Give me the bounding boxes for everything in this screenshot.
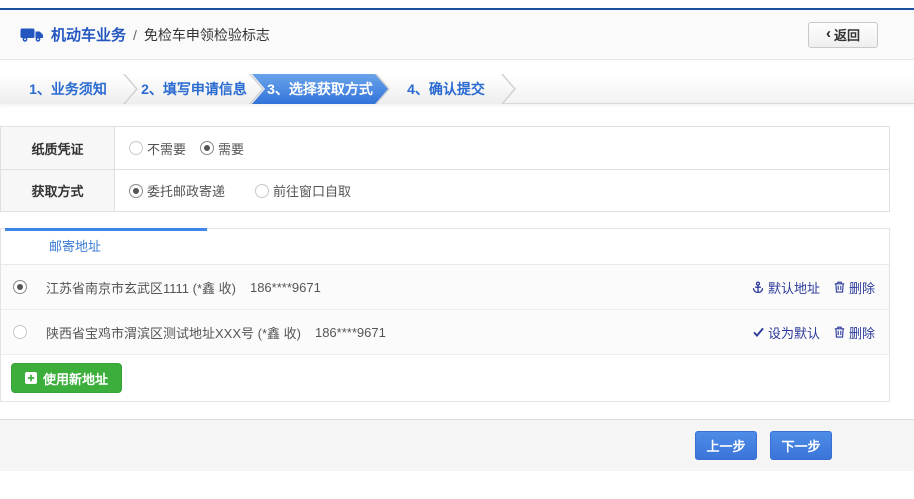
breadcrumb: 机动车业务 / 免检车申领检验标志 [20, 24, 808, 45]
address-radio-1[interactable] [13, 280, 27, 294]
radio-option-no-need[interactable]: 不需要 [129, 139, 186, 158]
address-row-1: 江苏省南京市玄武区1111 (*鑫 收) 186****9671 默认地址 [1, 265, 889, 310]
trash-icon [834, 326, 845, 338]
breadcrumb-separator: / [133, 27, 137, 43]
use-new-address-label: 使用新地址 [43, 369, 108, 388]
form-row-paper-voucher: 纸质凭证 不需要 需要 [1, 127, 889, 169]
back-button[interactable]: ‹ 返回 [808, 22, 878, 48]
address-tabbar: 邮寄地址 [1, 229, 889, 265]
radio-option-postal-delivery[interactable]: 委托邮政寄递 [129, 181, 225, 200]
radio-checked-icon[interactable] [13, 280, 27, 294]
set-default-link[interactable]: 设为默认 [753, 323, 820, 342]
trash-icon [834, 281, 845, 293]
delete-address-link[interactable]: 删除 [834, 323, 875, 342]
delete-address-label: 删除 [849, 323, 875, 342]
form-label: 纸质凭证 [1, 127, 115, 169]
step-tab-1-label: 1、业务须知 [29, 79, 107, 99]
use-new-address-button[interactable]: 使用新地址 [11, 363, 122, 393]
step-tabbar: 1、业务须知 2、填写申请信息 3、选择获取方式 4、确认提交 [0, 74, 914, 104]
address-text: 江苏省南京市玄武区1111 (*鑫 收) [46, 278, 236, 297]
radio-option-window-pickup[interactable]: 前往窗口自取 [255, 181, 351, 200]
default-address-label: 默认地址 [768, 278, 820, 297]
default-address-link[interactable]: 默认地址 [752, 278, 820, 297]
step-tab-3-active[interactable]: 3、选择获取方式 [252, 74, 388, 104]
truck-icon [20, 27, 44, 42]
radio-checked-icon[interactable] [200, 141, 214, 155]
options-form: 纸质凭证 不需要 需要 获取方式 委托邮政寄递 前往窗口自取 [0, 126, 890, 212]
form-label: 获取方式 [1, 170, 115, 211]
step-tab-4-label: 4、确认提交 [407, 79, 485, 99]
radio-label: 不需要 [147, 139, 186, 158]
radio-icon[interactable] [255, 184, 269, 198]
delete-address-label: 删除 [849, 278, 875, 297]
address-radio-2[interactable] [13, 325, 27, 339]
mailing-address-panel: 邮寄地址 江苏省南京市玄武区1111 (*鑫 收) 186****9671 默认… [0, 228, 890, 402]
radio-option-need[interactable]: 需要 [200, 139, 244, 158]
new-address-row: 使用新地址 [1, 355, 889, 401]
step-tab-3-label: 3、选择获取方式 [267, 79, 373, 99]
set-default-label: 设为默认 [768, 323, 820, 342]
radio-icon[interactable] [129, 141, 143, 155]
address-phone: 186****9671 [250, 280, 321, 295]
chevron-left-icon: ‹ [826, 26, 831, 41]
form-row-obtain-method: 获取方式 委托邮政寄递 前往窗口自取 [1, 169, 889, 211]
plus-icon [25, 372, 37, 384]
page-subtitle: 免检车申领检验标志 [144, 25, 270, 45]
step-tab-2-label: 2、填写申请信息 [141, 79, 247, 99]
footer-bar: 上一步 下一步 [0, 419, 914, 471]
anchor-icon [752, 281, 764, 294]
tab-mailing-address[interactable]: 邮寄地址 [49, 229, 101, 265]
step-tab-2[interactable]: 2、填写申请信息 [126, 74, 262, 104]
step-tab-4[interactable]: 4、确认提交 [378, 74, 514, 104]
page-header: 机动车业务 / 免检车申领检验标志 ‹ 返回 [0, 10, 914, 60]
address-row-2: 陕西省宝鸡市渭滨区测试地址XXX号 (*鑫 收) 186****9671 设为默… [1, 310, 889, 355]
address-phone: 186****9671 [315, 325, 386, 340]
radio-label: 委托邮政寄递 [147, 181, 225, 200]
radio-label: 需要 [218, 139, 244, 158]
radio-icon[interactable] [13, 325, 27, 339]
delete-address-link[interactable]: 删除 [834, 278, 875, 297]
back-button-label: 返回 [834, 25, 860, 44]
next-step-button[interactable]: 下一步 [770, 431, 832, 460]
radio-label: 前往窗口自取 [273, 181, 351, 200]
address-text: 陕西省宝鸡市渭滨区测试地址XXX号 (*鑫 收) [46, 323, 301, 342]
check-icon [753, 327, 764, 337]
step-tab-1[interactable]: 1、业务须知 [0, 74, 136, 104]
page-title[interactable]: 机动车业务 [51, 24, 126, 45]
prev-step-button[interactable]: 上一步 [695, 431, 757, 460]
radio-checked-icon[interactable] [129, 184, 143, 198]
